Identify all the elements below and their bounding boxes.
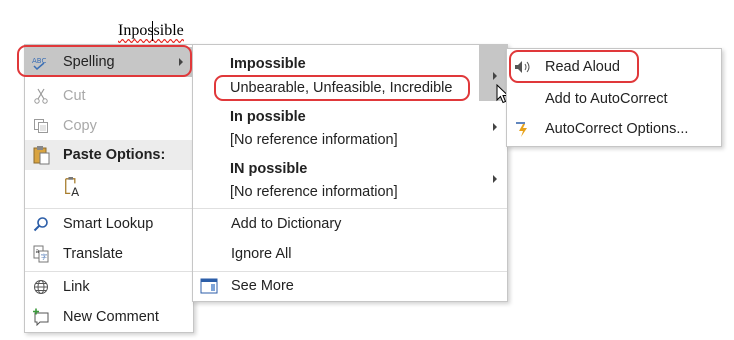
context-menu: ABC Spelling Cut Copy Paste Options: A S…	[24, 44, 194, 333]
submenu-arrow-icon	[493, 123, 497, 131]
ignore-all-label: Ignore All	[231, 246, 292, 262]
menu-item-translate[interactable]: a 字 Translate	[25, 239, 193, 269]
search-icon	[31, 214, 51, 234]
submenu-arrow-icon	[493, 72, 497, 80]
see-more-label: See More	[231, 278, 294, 294]
menu-item-ignore-all[interactable]: Ignore All	[193, 239, 507, 269]
suggestion-meaning: [No reference information]	[230, 184, 398, 200]
suggestion-word: In possible	[230, 109, 306, 125]
menu-item-smart-lookup[interactable]: Smart Lookup	[25, 209, 193, 239]
menu-item-cut-label: Cut	[63, 88, 86, 104]
suggestion-word: Impossible	[230, 56, 306, 72]
submenu-arrow-icon	[493, 175, 497, 183]
paste-keep-text-only[interactable]: A	[25, 172, 193, 202]
translate-icon: a 字	[31, 244, 51, 264]
callout-read-aloud	[509, 50, 639, 83]
pane-icon	[199, 276, 219, 296]
paste-options-label: Paste Options:	[63, 147, 166, 163]
callout-spelling	[17, 45, 192, 77]
misspelled-word[interactable]: Inpossible	[118, 21, 184, 43]
scissors-icon	[31, 86, 51, 106]
suggestion-word: IN possible	[230, 161, 308, 177]
suggestion-in-possible[interactable]: In possible [No reference information]	[193, 101, 479, 153]
copy-icon	[31, 116, 51, 136]
menu-item-link[interactable]: Link	[25, 272, 193, 302]
clipboard-icon	[31, 145, 51, 165]
menu-item-autocorrect-options[interactable]: AutoCorrect Options...	[507, 114, 721, 144]
svg-text:字: 字	[41, 253, 47, 261]
misspelled-word-text: Inpossible	[118, 22, 184, 39]
svg-text:A: A	[71, 185, 79, 199]
suggestion-in-possible-caps[interactable]: IN possible [No reference information]	[193, 153, 479, 205]
menu-item-add-to-autocorrect[interactable]: Add to AutoCorrect	[507, 84, 721, 114]
menu-item-new-comment-label: New Comment	[63, 309, 159, 325]
menu-item-copy-label: Copy	[63, 118, 97, 134]
menu-item-new-comment[interactable]: New Comment	[25, 302, 193, 332]
spelling-squiggle	[118, 39, 184, 43]
callout-meaning	[214, 75, 470, 101]
add-to-dictionary-label: Add to Dictionary	[231, 216, 342, 232]
menu-item-copy[interactable]: Copy	[25, 111, 193, 141]
autocorrect-options-label: AutoCorrect Options...	[545, 121, 689, 137]
menu-item-translate-label: Translate	[63, 246, 123, 262]
menu-item-add-to-dictionary[interactable]: Add to Dictionary	[193, 209, 507, 239]
suggestion-meaning: [No reference information]	[230, 132, 398, 148]
text-cursor	[152, 21, 153, 41]
menu-item-cut[interactable]: Cut	[25, 81, 193, 111]
paste-keep-text-icon: A	[63, 177, 83, 199]
globe-link-icon	[31, 277, 51, 297]
menu-item-smart-lookup-label: Smart Lookup	[63, 216, 154, 232]
new-comment-icon	[31, 307, 51, 327]
menu-item-see-more[interactable]: See More	[193, 271, 507, 301]
menu-item-paste-options: Paste Options:	[25, 140, 193, 170]
menu-item-link-label: Link	[63, 279, 90, 295]
lightning-icon	[513, 119, 533, 139]
add-to-autocorrect-label: Add to AutoCorrect	[545, 91, 668, 107]
